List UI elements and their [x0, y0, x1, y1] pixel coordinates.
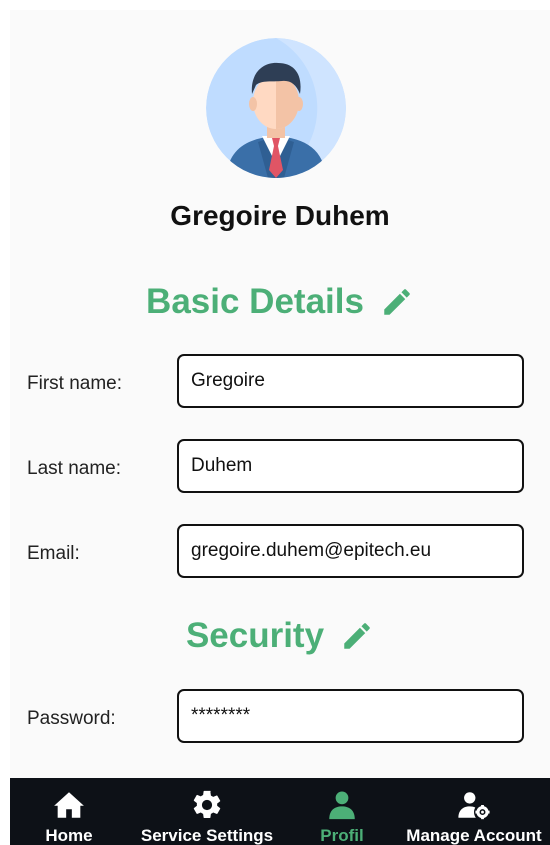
security-title: Security	[185, 616, 325, 655]
nav-item-manage-account[interactable]: Manage Account	[398, 778, 550, 845]
nav-item-label: Service Settings	[140, 826, 274, 845]
last-name-value: Duhem	[191, 455, 253, 476]
pencil-icon[interactable]	[380, 285, 414, 319]
first-name-field[interactable]: Gregoire	[177, 354, 524, 408]
nav-item-home[interactable]: Home	[10, 778, 128, 845]
password-field[interactable]: ********	[177, 689, 524, 743]
security-heading: Security	[10, 616, 550, 656]
person-icon	[329, 791, 355, 820]
avatar-illustration	[206, 38, 346, 178]
last-name-field[interactable]: Duhem	[177, 439, 524, 493]
email-field[interactable]: gregoire.duhem@epitech.eu	[177, 524, 524, 578]
gear-icon	[193, 790, 221, 819]
profile-page: Gregoire Duhem Basic Details First name:…	[10, 10, 550, 845]
first-name-value: Gregoire	[191, 370, 265, 391]
nav-item-label: Manage Account	[406, 826, 542, 845]
home-icon	[54, 792, 84, 818]
basic-details-heading: Basic Details	[10, 282, 550, 322]
user-gear-icon	[458, 792, 490, 820]
nav-item-label: Home	[45, 826, 93, 845]
nav-item-label: Profil	[320, 826, 364, 845]
nav-item-profil[interactable]: Profil	[286, 778, 398, 845]
pencil-icon[interactable]	[340, 619, 374, 653]
avatar	[206, 38, 346, 178]
user-full-name: Gregoire Duhem	[170, 200, 390, 231]
first-name-label: First name:	[27, 373, 123, 394]
email-label: Email:	[27, 543, 80, 564]
password-label: Password:	[27, 708, 116, 729]
email-value: gregoire.duhem@epitech.eu	[191, 540, 432, 561]
last-name-label: Last name:	[27, 458, 121, 479]
basic-details-title: Basic Details	[146, 282, 364, 321]
bottom-navigation: Home Service Settings Profil Manage Acco…	[10, 778, 550, 845]
nav-item-service-settings[interactable]: Service Settings	[128, 778, 286, 845]
password-value: ********	[191, 705, 251, 726]
